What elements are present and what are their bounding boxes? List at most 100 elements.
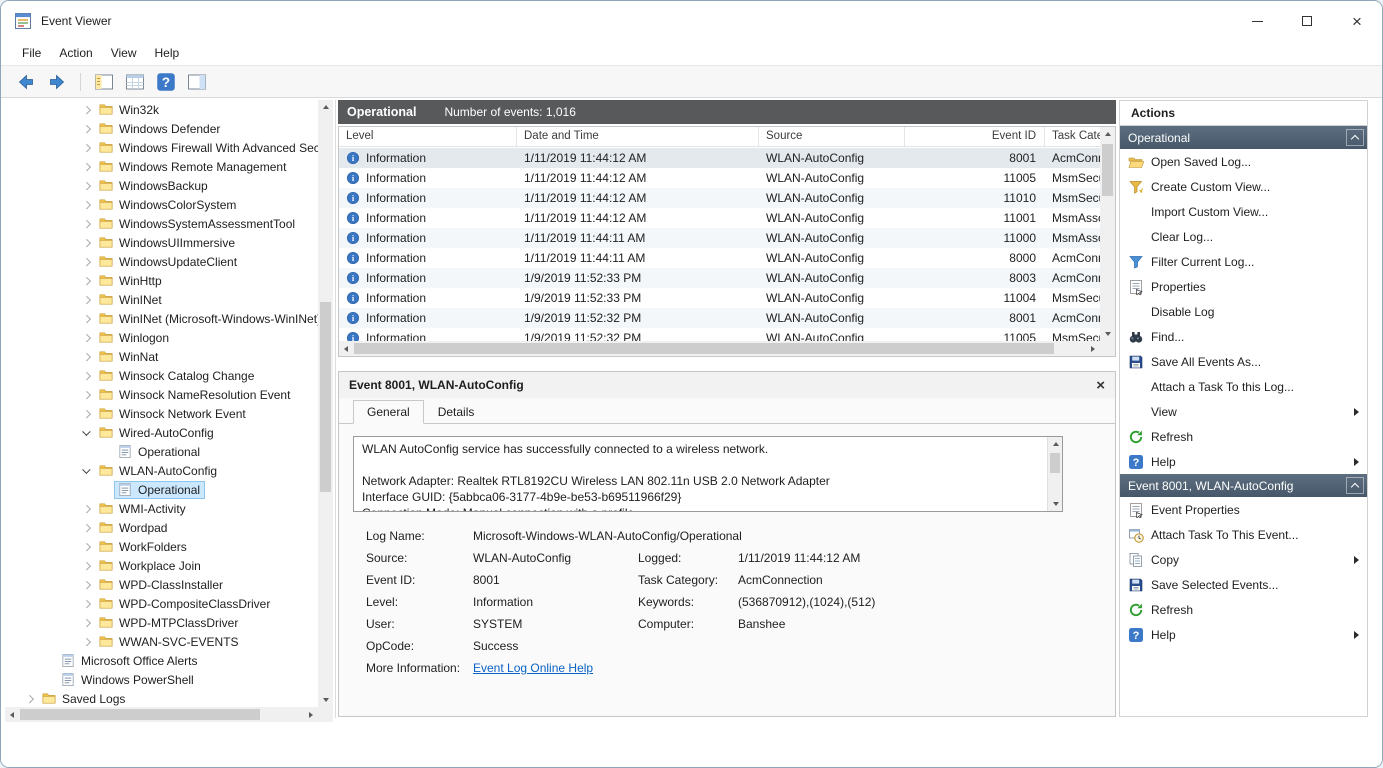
chevron-right-icon[interactable] bbox=[80, 387, 95, 402]
action-help[interactable]: ?Help bbox=[1120, 622, 1367, 647]
tree-item-win32k[interactable]: Win32k bbox=[5, 100, 318, 119]
event-row[interactable]: iInformation1/11/2019 11:44:12 AMWLAN-Au… bbox=[339, 148, 1100, 168]
action-help[interactable]: ?Help bbox=[1120, 449, 1367, 474]
chevron-right-icon[interactable] bbox=[80, 273, 95, 288]
description-scrollbar-thumb[interactable] bbox=[1050, 453, 1060, 473]
action-create-custom-view[interactable]: Create Custom View... bbox=[1120, 174, 1367, 199]
tree-item-workplace-join[interactable]: Workplace Join bbox=[5, 556, 318, 575]
scroll-left-arrow[interactable] bbox=[339, 341, 354, 356]
tree-item-wmi-activity[interactable]: WMI-Activity bbox=[5, 499, 318, 518]
action-pane-button[interactable] bbox=[187, 72, 207, 92]
column-header-source[interactable]: Source bbox=[759, 127, 905, 146]
tree-item-microsoft-office-alerts[interactable]: Microsoft Office Alerts bbox=[5, 651, 318, 670]
menu-action[interactable]: Action bbox=[50, 43, 101, 63]
tree-item-windows-remote-management[interactable]: Windows Remote Management bbox=[5, 157, 318, 176]
tree-scrollbar-thumb[interactable] bbox=[320, 302, 331, 492]
scroll-up-arrow[interactable] bbox=[318, 100, 333, 115]
action-attach-a-task-to-this-log[interactable]: Attach a Task To this Log... bbox=[1120, 374, 1367, 399]
tree-item-wired-autoconfig[interactable]: Wired-AutoConfig bbox=[5, 423, 318, 442]
chevron-up-icon[interactable] bbox=[1346, 129, 1364, 146]
grid-view-button[interactable] bbox=[125, 72, 145, 92]
back-button[interactable] bbox=[16, 72, 36, 92]
action-refresh[interactable]: Refresh bbox=[1120, 597, 1367, 622]
action-import-custom-view[interactable]: Import Custom View... bbox=[1120, 199, 1367, 224]
events-hscrollbar-thumb[interactable] bbox=[354, 343, 1054, 354]
description-scrollbar[interactable] bbox=[1047, 437, 1062, 511]
help-button[interactable]: ? bbox=[156, 72, 176, 92]
actions-section-event-8001-wlan-autoconfig[interactable]: Event 8001, WLAN-AutoConfig bbox=[1120, 474, 1367, 497]
column-header-task-category[interactable]: Task Category bbox=[1045, 127, 1100, 146]
column-header-level[interactable]: Level bbox=[339, 127, 517, 146]
tree-item-wpd-mtpclassdriver[interactable]: WPD-MTPClassDriver bbox=[5, 613, 318, 632]
maximize-button[interactable] bbox=[1282, 1, 1332, 41]
chevron-right-icon[interactable] bbox=[80, 368, 95, 383]
actions-section-operational[interactable]: Operational bbox=[1120, 126, 1367, 149]
chevron-right-icon[interactable] bbox=[80, 121, 95, 136]
column-header-event-id[interactable]: Event ID bbox=[905, 127, 1045, 146]
events-scrollbar-thumb[interactable] bbox=[1102, 144, 1113, 196]
scroll-down-arrow[interactable] bbox=[1048, 496, 1063, 511]
tab-details[interactable]: Details bbox=[424, 400, 489, 424]
chevron-right-icon[interactable] bbox=[80, 615, 95, 630]
action-copy[interactable]: Copy bbox=[1120, 547, 1367, 572]
scroll-down-arrow[interactable] bbox=[318, 692, 333, 707]
tree-item-operational[interactable]: Operational bbox=[5, 442, 318, 461]
scroll-right-arrow[interactable] bbox=[1085, 341, 1100, 356]
events-horizontal-scrollbar[interactable] bbox=[339, 341, 1100, 356]
chevron-right-icon[interactable] bbox=[80, 501, 95, 516]
tree-item-winsock-network-event[interactable]: Winsock Network Event bbox=[5, 404, 318, 423]
chevron-right-icon[interactable] bbox=[80, 558, 95, 573]
scroll-down-arrow[interactable] bbox=[1100, 326, 1115, 341]
tree-hscrollbar-thumb[interactable] bbox=[20, 709, 260, 720]
chevron-right-icon[interactable] bbox=[23, 691, 38, 706]
tree-item-wordpad[interactable]: Wordpad bbox=[5, 518, 318, 537]
chevron-right-icon[interactable] bbox=[80, 254, 95, 269]
chevron-right-icon[interactable] bbox=[80, 292, 95, 307]
action-clear-log[interactable]: Clear Log... bbox=[1120, 224, 1367, 249]
chevron-down-icon[interactable] bbox=[80, 425, 95, 440]
tree-item-winhttp[interactable]: WinHttp bbox=[5, 271, 318, 290]
chevron-right-icon[interactable] bbox=[80, 539, 95, 554]
action-properties[interactable]: Properties bbox=[1120, 274, 1367, 299]
event-row[interactable]: iInformation1/9/2019 11:52:32 PMWLAN-Aut… bbox=[339, 328, 1100, 341]
tree-item-wlan-autoconfig[interactable]: WLAN-AutoConfig bbox=[5, 461, 318, 480]
chevron-down-icon[interactable] bbox=[80, 463, 95, 478]
chevron-right-icon[interactable] bbox=[80, 311, 95, 326]
tab-general[interactable]: General bbox=[353, 400, 424, 424]
action-filter-current-log[interactable]: Filter Current Log... bbox=[1120, 249, 1367, 274]
chevron-right-icon[interactable] bbox=[80, 178, 95, 193]
scroll-up-arrow[interactable] bbox=[1048, 437, 1063, 452]
menu-file[interactable]: File bbox=[13, 43, 50, 63]
chevron-right-icon[interactable] bbox=[80, 216, 95, 231]
event-row[interactable]: iInformation1/11/2019 11:44:12 AMWLAN-Au… bbox=[339, 188, 1100, 208]
event-row[interactable]: iInformation1/9/2019 11:52:33 PMWLAN-Aut… bbox=[339, 268, 1100, 288]
tree-vertical-scrollbar[interactable] bbox=[318, 100, 333, 707]
tree-item-wwan-svc-events[interactable]: WWAN-SVC-EVENTS bbox=[5, 632, 318, 651]
tree-item-operational[interactable]: Operational bbox=[5, 480, 318, 499]
tree-item-windows-firewall-with-advanced-security[interactable]: Windows Firewall With Advanced Security bbox=[5, 138, 318, 157]
console-tree-button[interactable] bbox=[94, 72, 114, 92]
tree-item-winlogon[interactable]: Winlogon bbox=[5, 328, 318, 347]
scroll-right-arrow[interactable] bbox=[303, 707, 318, 722]
event-log-online-help-link[interactable]: Event Log Online Help bbox=[473, 661, 638, 675]
tree-item-winsock-catalog-change[interactable]: Winsock Catalog Change bbox=[5, 366, 318, 385]
chevron-right-icon[interactable] bbox=[80, 349, 95, 364]
event-row[interactable]: iInformation1/11/2019 11:44:12 AMWLAN-Au… bbox=[339, 208, 1100, 228]
scroll-left-arrow[interactable] bbox=[5, 707, 20, 722]
chevron-right-icon[interactable] bbox=[80, 102, 95, 117]
tree-item-wininet[interactable]: WinINet bbox=[5, 290, 318, 309]
tree-item-windowssystemassessmenttool[interactable]: WindowsSystemAssessmentTool bbox=[5, 214, 318, 233]
tree-item-wpd-compositeclassdriver[interactable]: WPD-CompositeClassDriver bbox=[5, 594, 318, 613]
action-save-all-events-as[interactable]: Save All Events As... bbox=[1120, 349, 1367, 374]
tree-horizontal-scrollbar[interactable] bbox=[5, 707, 318, 722]
scroll-up-arrow[interactable] bbox=[1100, 127, 1115, 142]
tree-item-winnat[interactable]: WinNat bbox=[5, 347, 318, 366]
action-attach-task-to-this-event[interactable]: Attach Task To This Event... bbox=[1120, 522, 1367, 547]
chevron-right-icon[interactable] bbox=[80, 235, 95, 250]
column-header-date-and-time[interactable]: Date and Time bbox=[517, 127, 759, 146]
chevron-right-icon[interactable] bbox=[80, 406, 95, 421]
action-find[interactable]: Find... bbox=[1120, 324, 1367, 349]
menu-view[interactable]: View bbox=[102, 43, 146, 63]
event-row[interactable]: iInformation1/11/2019 11:44:11 AMWLAN-Au… bbox=[339, 248, 1100, 268]
forward-button[interactable] bbox=[47, 72, 67, 92]
